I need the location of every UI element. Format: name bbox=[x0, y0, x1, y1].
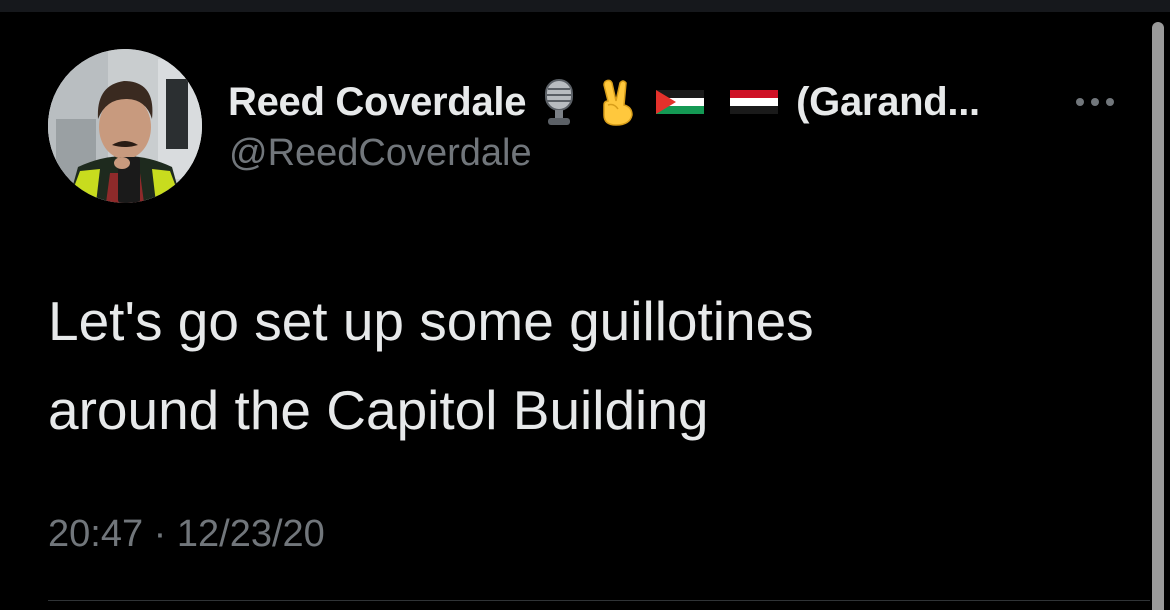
microphone-emoji bbox=[536, 77, 582, 127]
more-options-button[interactable] bbox=[1070, 88, 1120, 116]
avatar[interactable] bbox=[48, 49, 202, 203]
tweet-text-line: Let's go set up some guillotines bbox=[48, 290, 814, 352]
more-dots-icon bbox=[1076, 98, 1114, 106]
tweet-text-line: around the Capitol Building bbox=[48, 379, 709, 441]
yemen-flag-emoji bbox=[728, 77, 780, 127]
tweet-text: Let's go set up some guillotines around … bbox=[48, 277, 1108, 455]
scrollbar[interactable] bbox=[1152, 22, 1164, 610]
author-display-name[interactable]: Reed Coverdale bbox=[228, 80, 526, 125]
timestamp-row[interactable]: 20:47 · 12/23/20 bbox=[48, 513, 325, 556]
victory-hand-emoji bbox=[596, 77, 638, 127]
palestine-flag-emoji bbox=[654, 77, 706, 127]
timestamp-separator: · bbox=[153, 513, 167, 555]
divider bbox=[48, 600, 1150, 601]
tweet: Reed Coverdale (Garand... @ReedCoverdale… bbox=[0, 0, 1150, 610]
author-handle[interactable]: @ReedCoverdale bbox=[229, 132, 532, 175]
tweet-date[interactable]: 12/23/20 bbox=[177, 513, 325, 555]
author-name-row[interactable]: Reed Coverdale (Garand... bbox=[228, 74, 980, 130]
tweet-time[interactable]: 20:47 bbox=[48, 513, 143, 555]
author-name-truncated[interactable]: (Garand... bbox=[796, 80, 980, 125]
